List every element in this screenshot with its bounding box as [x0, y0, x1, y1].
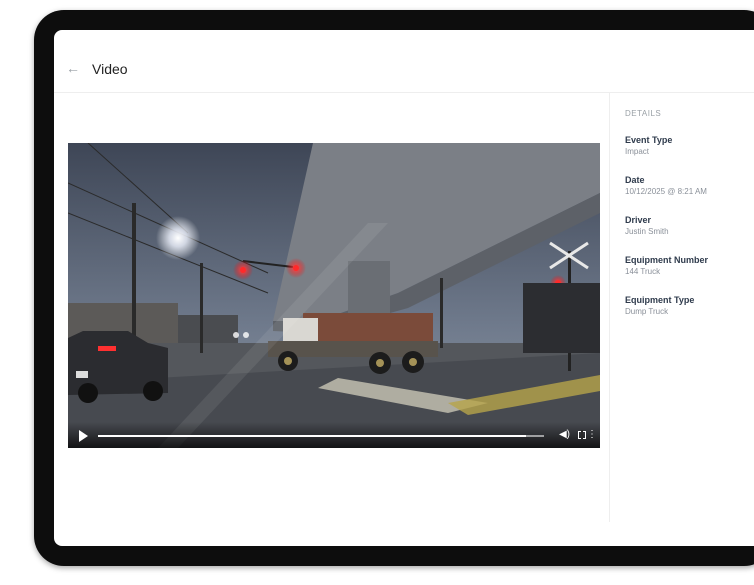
- back-arrow-icon[interactable]: ←: [66, 60, 80, 76]
- volume-icon[interactable]: ◀): [559, 429, 570, 440]
- detail-label: Driver: [625, 215, 652, 225]
- header: ← Video: [54, 30, 754, 93]
- app-screen: ← Video ◀) ⋮ DETAILS Event Type Impact D…: [54, 30, 754, 546]
- progress-scrubber[interactable]: [98, 435, 544, 437]
- play-icon[interactable]: [79, 430, 88, 442]
- detail-date: Date 10/12/2025 @ 8:21 AM: [625, 175, 707, 196]
- detail-value: Impact: [625, 147, 650, 156]
- detail-event-type: Event Type Impact: [625, 135, 672, 156]
- details-heading: DETAILS: [625, 109, 662, 118]
- more-options-icon[interactable]: ⋮: [587, 429, 597, 440]
- tablet-frame: ← Video ◀) ⋮ DETAILS Event Type Impact D…: [34, 10, 754, 566]
- detail-label: Equipment Type: [625, 295, 695, 305]
- progress-fill: [98, 435, 527, 437]
- video-frame: [68, 143, 600, 448]
- video-player[interactable]: ◀) ⋮: [68, 143, 600, 448]
- detail-value: Justin Smith: [625, 227, 669, 236]
- detail-value: Dump Truck: [625, 307, 669, 316]
- detail-label: Event Type: [625, 135, 673, 145]
- detail-label: Date: [625, 175, 645, 185]
- detail-value: 144 Truck: [625, 267, 661, 276]
- details-panel: DETAILS Event Type Impact Date 10/12/202…: [609, 93, 754, 522]
- player-controls: ◀) ⋮: [68, 422, 600, 448]
- fullscreen-icon[interactable]: [578, 430, 586, 440]
- page-title: Video: [92, 61, 128, 77]
- detail-label: Equipment Number: [625, 255, 709, 265]
- detail-equipment-type: Equipment Type Dump Truck: [625, 295, 694, 316]
- detail-driver: Driver Justin Smith: [625, 215, 669, 236]
- detail-equipment-number: Equipment Number 144 Truck: [625, 255, 708, 276]
- detail-value: 10/12/2025 @ 8:21 AM: [625, 187, 707, 196]
